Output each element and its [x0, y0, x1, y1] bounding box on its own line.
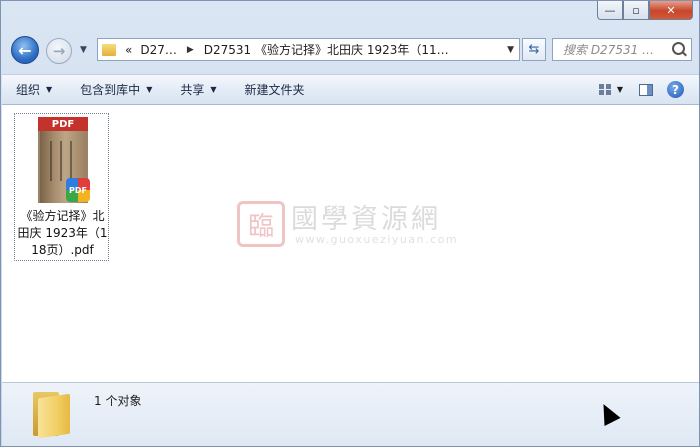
organize-menu[interactable]: 组织 ▼ [2, 81, 66, 98]
search-icon[interactable] [672, 42, 685, 55]
navigation-bar: ← → ▼ « D27… ▶ D27531 《验方记择》北田庆 1923年（11… [1, 35, 700, 65]
watermark-seal-icon: 臨 [237, 201, 285, 247]
search-placeholder: 搜索 D27531 … [563, 43, 655, 57]
refresh-icon: ⇆ [528, 42, 540, 57]
chevron-down-icon: ▼ [210, 85, 217, 94]
watermark: 臨 國學資源網 www.guoxueziyuan.com [237, 197, 477, 253]
breadcrumb-separator-icon[interactable]: ▶ [181, 45, 200, 55]
change-view-icon[interactable] [598, 83, 611, 96]
watermark-title: 國學資源網 [291, 204, 441, 235]
recent-pages-dropdown[interactable]: ▼ [80, 45, 87, 55]
explorer-window: — ▫ ✕ ← → ▼ « D27… ▶ D27531 《验方记择》北田庆 19… [0, 0, 700, 447]
address-dropdown-icon[interactable]: ▼ [507, 45, 514, 55]
share-menu[interactable]: 共享 ▼ [166, 81, 230, 98]
close-button[interactable]: ✕ [649, 1, 693, 20]
view-controls: ▼ ? [598, 75, 699, 104]
item-count: 1 个对象 [94, 394, 142, 408]
chevron-down-icon: ▼ [146, 85, 153, 94]
breadcrumb-item-parent[interactable]: D27… [136, 43, 181, 57]
file-item[interactable]: PDF PDF 《验方记择》北田庆 1923年（118页）.pdf [14, 113, 109, 261]
include-in-library-menu[interactable]: 包含到库中 ▼ [66, 81, 166, 98]
watermark-url: www.guoxueziyuan.com [295, 233, 459, 246]
pdf-app-icon: PDF [66, 178, 90, 202]
search-input[interactable]: 搜索 D27531 … [552, 38, 692, 61]
mouse-cursor-icon [596, 401, 620, 425]
arrow-left-icon: ← [18, 40, 32, 60]
chevron-down-icon: ▼ [46, 85, 53, 94]
pdf-label: PDF [38, 117, 88, 131]
share-label: 共享 [180, 83, 205, 97]
folder-icon [102, 43, 116, 56]
new-folder-button[interactable]: 新建文件夹 [231, 81, 319, 98]
view-dropdown-icon[interactable]: ▼ [617, 85, 623, 94]
back-button[interactable]: ← [11, 36, 39, 64]
folder-large-icon [30, 390, 76, 439]
breadcrumb-item-current[interactable]: D27531 《验方记择》北田庆 1923年（11… [200, 41, 453, 58]
caption-buttons: — ▫ ✕ [597, 1, 693, 21]
file-list-pane[interactable]: PDF PDF 《验方记择》北田庆 1923年（118页）.pdf 臨 國學資源… [2, 105, 699, 382]
command-bar: 组织 ▼ 包含到库中 ▼ 共享 ▼ 新建文件夹 ▼ ? [2, 74, 699, 105]
help-icon[interactable]: ? [667, 81, 684, 98]
forward-button[interactable]: → [46, 38, 72, 64]
details-pane: 1 个对象 [2, 382, 699, 446]
organize-label: 组织 [16, 83, 41, 97]
maximize-button[interactable]: ▫ [623, 1, 649, 20]
breadcrumb-overflow[interactable]: « [121, 43, 136, 57]
address-bar[interactable]: « D27… ▶ D27531 《验方记择》北田庆 1923年（11… ▼ [97, 38, 520, 61]
minimize-button[interactable]: — [597, 1, 623, 20]
refresh-button[interactable]: ⇆ [522, 38, 546, 61]
file-name[interactable]: 《验方记择》北田庆 1923年（118页）.pdf [15, 208, 110, 259]
arrow-right-icon: → [52, 42, 66, 60]
new-folder-label: 新建文件夹 [244, 83, 305, 97]
include-in-library-label: 包含到库中 [80, 83, 141, 97]
preview-pane-icon[interactable] [639, 83, 653, 96]
